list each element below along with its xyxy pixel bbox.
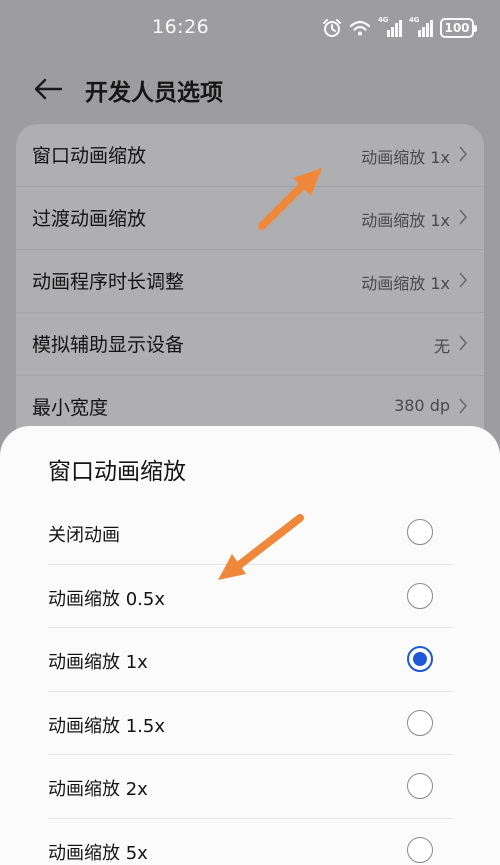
signal-4g-icon: 4G <box>378 16 402 38</box>
option-scale-5x[interactable]: 动画缩放 5x <box>48 819 453 865</box>
settings-item-value: 动画缩放 1x <box>361 274 450 293</box>
battery-icon: 100 <box>440 18 477 38</box>
settings-item-value: 380 dp <box>394 396 450 415</box>
option-scale-2x[interactable]: 动画缩放 2x <box>48 755 453 819</box>
option-label: 动画缩放 2x <box>48 779 148 800</box>
settings-item-label: 动画程序时长调整 <box>32 271 185 293</box>
settings-item-value: 无 <box>433 337 450 356</box>
radio-button[interactable] <box>407 582 433 609</box>
status-bar: 16:26 4G 4G 100 <box>0 0 500 58</box>
option-label: 关闭动画 <box>48 525 120 546</box>
settings-item-transition-animation-scale[interactable]: 过渡动画缩放 动画缩放 1x <box>16 187 484 250</box>
option-animation-off[interactable]: 关闭动画 <box>48 501 453 565</box>
radio-button-selected[interactable] <box>407 646 433 672</box>
settings-item-simulate-secondary-display[interactable]: 模拟辅助显示设备 无 <box>16 313 484 376</box>
settings-item-label: 过渡动画缩放 <box>32 208 147 230</box>
settings-item-label: 窗口动画缩放 <box>32 145 147 167</box>
option-label: 动画缩放 5x <box>48 842 148 864</box>
option-label: 动画缩放 1.5x <box>48 715 165 737</box>
chevron-right-icon <box>459 335 468 351</box>
settings-item-value: 动画缩放 1x <box>361 211 450 230</box>
radio-button[interactable] <box>407 773 433 799</box>
chevron-right-icon <box>459 398 468 414</box>
back-button[interactable] <box>28 71 68 107</box>
settings-item-label: 最小宽度 <box>32 397 109 419</box>
radio-button[interactable] <box>407 836 433 863</box>
chevron-right-icon <box>459 272 468 288</box>
option-scale-0-5x[interactable]: 动画缩放 0.5x <box>48 565 453 628</box>
signal-4g-icon: 4G <box>409 16 433 38</box>
radio-button[interactable] <box>407 709 433 736</box>
page-title: 开发人员选项 <box>85 80 223 106</box>
radio-button[interactable] <box>407 519 433 545</box>
chevron-right-icon <box>459 146 468 162</box>
option-scale-1x[interactable]: 动画缩放 1x <box>48 628 453 692</box>
option-scale-1-5x[interactable]: 动画缩放 1.5x <box>48 692 453 755</box>
back-arrow-icon <box>34 78 63 100</box>
app-header: 开发人员选项 <box>0 58 500 120</box>
option-label: 动画缩放 1x <box>48 652 148 673</box>
battery-level: 100 <box>444 21 470 35</box>
option-label: 动画缩放 0.5x <box>48 588 165 610</box>
settings-item-window-animation-scale[interactable]: 窗口动画缩放 动画缩放 1x <box>16 124 484 187</box>
settings-item-label: 模拟辅助显示设备 <box>32 334 185 356</box>
animation-scale-sheet: 窗口动画缩放 关闭动画 动画缩放 0.5x 动画缩放 1x 动画缩放 1.5x … <box>0 426 500 865</box>
status-time: 16:26 <box>152 16 210 38</box>
chevron-right-icon <box>459 209 468 225</box>
settings-list: 窗口动画缩放 动画缩放 1x 过渡动画缩放 动画缩放 1x 动画程序时长调整 动… <box>16 124 484 454</box>
sheet-title: 窗口动画缩放 <box>48 459 186 485</box>
alarm-icon <box>322 18 342 38</box>
settings-item-animator-duration-scale[interactable]: 动画程序时长调整 动画缩放 1x <box>16 250 484 313</box>
option-list: 关闭动画 动画缩放 0.5x 动画缩放 1x 动画缩放 1.5x 动画缩放 2x… <box>48 501 453 865</box>
wifi-icon <box>349 19 371 37</box>
status-icons: 4G 4G 100 <box>322 16 477 39</box>
settings-item-value: 动画缩放 1x <box>361 148 450 167</box>
